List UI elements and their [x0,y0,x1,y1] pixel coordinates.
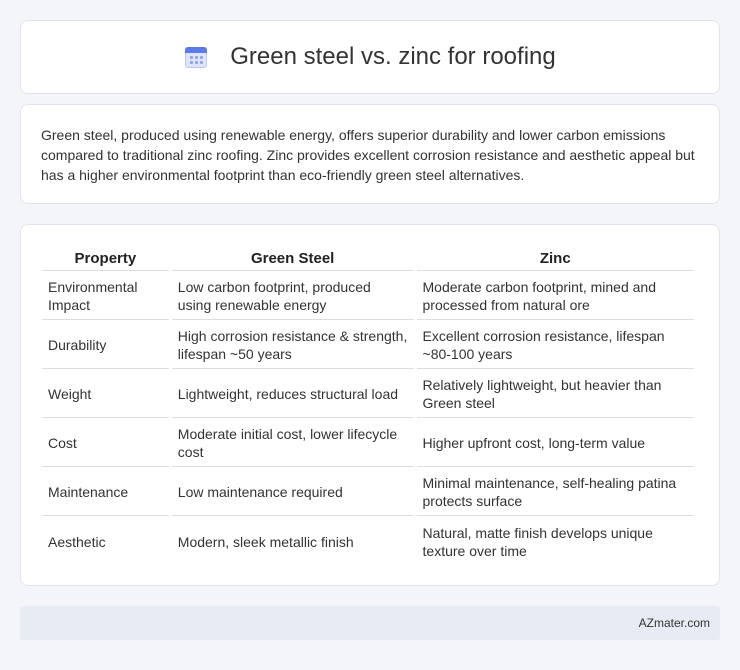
table-row: Durability High corrosion resistance & s… [42,322,694,369]
description-card: Green steel, produced using renewable en… [20,104,720,204]
comparison-table: Property Green Steel Zinc Environmental … [39,245,697,567]
zinc-cell: Higher upfront cost, long-term value [416,420,694,467]
zinc-cell: Excellent corrosion resistance, lifespan… [416,322,694,369]
column-header-zinc: Zinc [416,247,694,271]
property-cell: Aesthetic [48,533,106,550]
column-header-green-steel: Green Steel [171,247,414,271]
table-row: Environmental Impact Low carbon footprin… [42,273,694,320]
table-row: Aesthetic Modern, sleek metallic finish … [42,518,694,565]
zinc-cell: Moderate carbon footprint, mined and pro… [416,273,694,320]
table-row: Cost Moderate initial cost, lower lifecy… [42,420,694,467]
zinc-cell: Minimal maintenance, self-healing patina… [416,469,694,516]
green-steel-cell: Lightweight, reduces structural load [171,371,414,418]
property-cell: Weight [42,371,169,418]
green-steel-cell: Low carbon footprint, produced using ren… [171,273,414,320]
footer-site-link[interactable]: AZmater.com [639,616,710,630]
green-steel-cell: High corrosion resistance & strength, li… [171,322,414,369]
green-steel-cell: Low maintenance required [171,469,414,516]
table-row: Weight Lightweight, reduces structural l… [42,371,694,418]
green-steel-cell: Modern, sleek metallic finish [177,533,354,550]
property-cell: Maintenance [42,469,169,516]
description-text: Green steel, produced using renewable en… [41,127,695,183]
zinc-cell: Natural, matte finish develops unique te… [422,524,653,559]
calendar-icon [184,45,208,69]
property-cell: Durability [42,322,169,369]
property-cell: Environmental Impact [42,273,169,320]
table-header-row: Property Green Steel Zinc [42,247,694,271]
column-header-property: Property [42,247,169,271]
zinc-cell: Relatively lightweight, but heavier than… [416,371,694,418]
green-steel-cell: Moderate initial cost, lower lifecycle c… [171,420,414,467]
table-row: Maintenance Low maintenance required Min… [42,469,694,516]
comparison-card: Property Green Steel Zinc Environmental … [20,224,720,586]
title-card: Green steel vs. zinc for roofing [20,20,720,94]
page-title: Green steel vs. zinc for roofing [230,43,556,70]
footer: AZmater.com [20,606,720,640]
property-cell: Cost [42,420,169,467]
